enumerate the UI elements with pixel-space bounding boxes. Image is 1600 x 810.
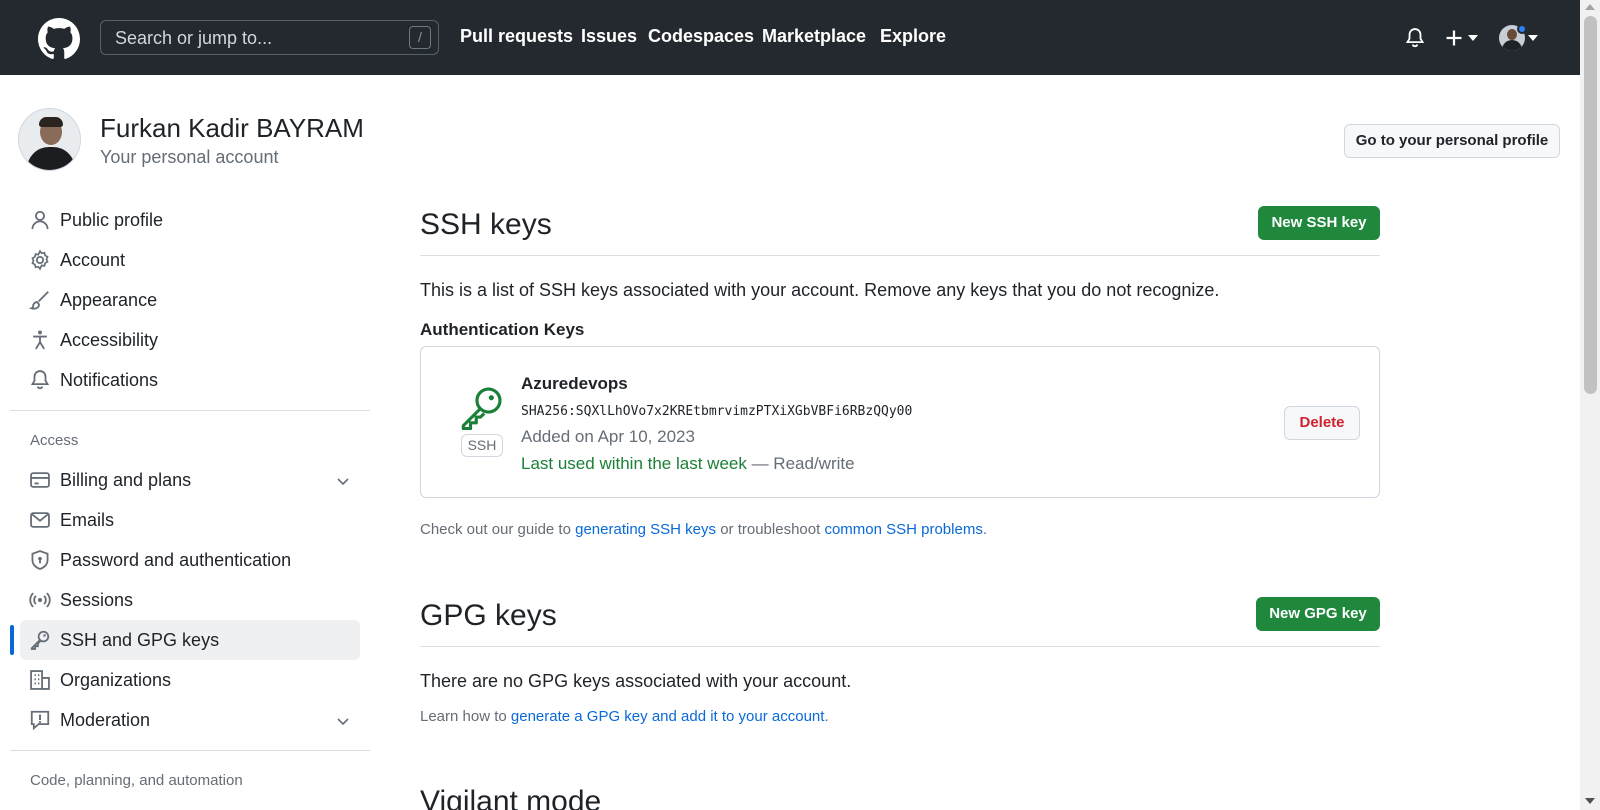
sidebar-item-emails[interactable]: Emails [20,500,360,540]
sidebar-item-label: Notifications [60,370,159,390]
search-shortcut-key: / [409,26,431,49]
section-divider [420,255,1380,256]
mail-icon [30,512,50,528]
ssh-keys-title: SSH keys [420,208,552,241]
ssh-key-fingerprint: SHA256:SQXlLhOVo7x2KREtbmrvimzPTXiXGbVBF… [521,404,913,419]
ssh-key-name: Azuredevops [521,374,628,393]
vigilant-mode-title: Vigilant mode [420,785,602,810]
sidebar-item-moderation[interactable]: Moderation [20,700,360,740]
accessibility-icon [33,330,47,350]
notification-dot-icon [1517,24,1527,34]
key-icon [30,630,50,650]
report-icon [30,710,50,731]
sidebar-item-label: Billing and plans [60,470,192,490]
sidebar-divider [10,750,370,751]
sidebar-item-account[interactable]: Account [20,240,360,280]
sidebar-item-public-profile[interactable]: Public profile [20,200,360,240]
chevron-down-icon[interactable] [1528,34,1538,42]
ssh-guide-text: Check out our guide to generating SSH ke… [420,521,987,538]
search-placeholder: Search or jump to... [115,28,273,48]
sidebar-item-appearance[interactable]: Appearance [20,280,360,320]
chevron-down-icon[interactable] [335,713,351,729]
active-item-indicator [10,625,14,655]
gpg-learn-prefix: Learn how to [420,708,511,725]
ssh-key-added-date: Added on Apr 10, 2023 [521,427,695,446]
gear-icon [31,249,49,271]
ssh-guide-prefix: Check out our guide to [420,521,576,538]
generate-gpg-key-link[interactable]: generate a GPG key and add it to your ac… [511,708,825,725]
paintbrush-icon [29,291,49,310]
ssh-key-last-used: Last used within the last week — Read/wr… [521,454,855,474]
nav-issues[interactable]: Issues [581,26,637,47]
gpg-learn-suffix: . [824,708,829,725]
search-input[interactable]: Search or jump to... / [100,20,439,55]
github-logo[interactable] [38,18,80,60]
new-ssh-key-button[interactable]: New SSH key [1258,206,1380,240]
person-icon [31,210,49,230]
sidebar-item-label: Organizations [60,670,172,690]
ssh-guide-suffix: . [982,521,987,538]
ssh-key-last-used-text: Last used within the last week [521,454,747,473]
sidebar-item-billing[interactable]: Billing and plans [20,460,360,500]
new-gpg-key-button[interactable]: New GPG key [1256,597,1380,631]
sidebar-item-label: Public profile [60,210,164,230]
sidebar-item-notifications[interactable]: Notifications [20,360,360,400]
broadcast-icon [29,592,51,608]
bell-icon[interactable] [1404,27,1426,49]
gpg-empty-message: There are no GPG keys associated with yo… [420,671,852,691]
nav-marketplace[interactable]: Marketplace [762,26,866,47]
sidebar-item-label: Emails [60,510,115,530]
organization-icon [30,670,50,690]
authentication-keys-heading: Authentication Keys [420,320,585,339]
nav-codespaces[interactable]: Codespaces [648,26,754,47]
sidebar-heading-access: Access [30,432,79,449]
shield-lock-icon [31,550,49,570]
account-subtitle: Your personal account [100,147,279,167]
sidebar-item-password-authentication[interactable]: Password and authentication [20,540,360,580]
delete-ssh-key-button[interactable]: Delete [1284,406,1360,440]
ssh-description: This is a list of SSH keys associated wi… [420,280,1220,300]
sidebar-heading-code-planning: Code, planning, and automation [30,772,243,789]
bell-icon [30,370,50,390]
common-ssh-problems-link[interactable]: common SSH problems [824,521,982,538]
ssh-guide-middle: or troubleshoot [716,521,825,538]
gpg-learn-text: Learn how to generate a GPG key and add … [420,708,829,725]
ssh-key-access-level: — Read/write [746,454,855,473]
ssh-key-item: SSH Azuredevops SHA256:SQXlLhOVo7x2KREtb… [420,346,1380,498]
top-navigation-bar: Search or jump to... / Pull requests Iss… [0,0,1580,75]
scroll-down-arrow-icon[interactable] [1585,798,1595,804]
profile-avatar[interactable] [18,108,81,171]
plus-icon[interactable] [1444,28,1464,48]
sidebar-item-label: SSH and GPG keys [60,630,220,650]
sidebar-divider [10,410,370,411]
scroll-up-arrow-icon[interactable] [1585,4,1595,10]
sidebar-item-label: Moderation [60,710,151,730]
chevron-down-icon[interactable] [1468,34,1478,42]
ssh-key-type-badge: SSH [461,434,503,457]
go-to-profile-button[interactable]: Go to your personal profile [1344,124,1560,158]
section-divider [420,646,1380,647]
sidebar-item-label: Appearance [60,290,158,310]
sidebar-item-label: Accessibility [60,330,159,350]
generating-ssh-keys-link[interactable]: generating SSH keys [575,521,716,538]
nav-explore[interactable]: Explore [880,26,946,47]
sidebar-item-label: Account [60,250,126,270]
nav-pull-requests[interactable]: Pull requests [460,26,573,47]
scrollbar-thumb[interactable] [1584,16,1597,394]
gpg-keys-title: GPG keys [420,599,557,632]
sidebar-item-accessibility[interactable]: Accessibility [20,320,360,360]
sidebar-item-ssh-gpg-keys[interactable]: SSH and GPG keys [20,620,360,660]
chevron-down-icon[interactable] [335,473,351,489]
sidebar-item-label: Password and authentication [60,550,292,570]
key-icon [461,387,502,430]
sidebar-item-label: Sessions [60,590,134,610]
sidebar-item-organizations[interactable]: Organizations [20,660,360,700]
account-name: Furkan Kadir BAYRAM [100,113,364,143]
sidebar-item-sessions[interactable]: Sessions [20,580,360,620]
credit-card-icon [30,472,50,488]
